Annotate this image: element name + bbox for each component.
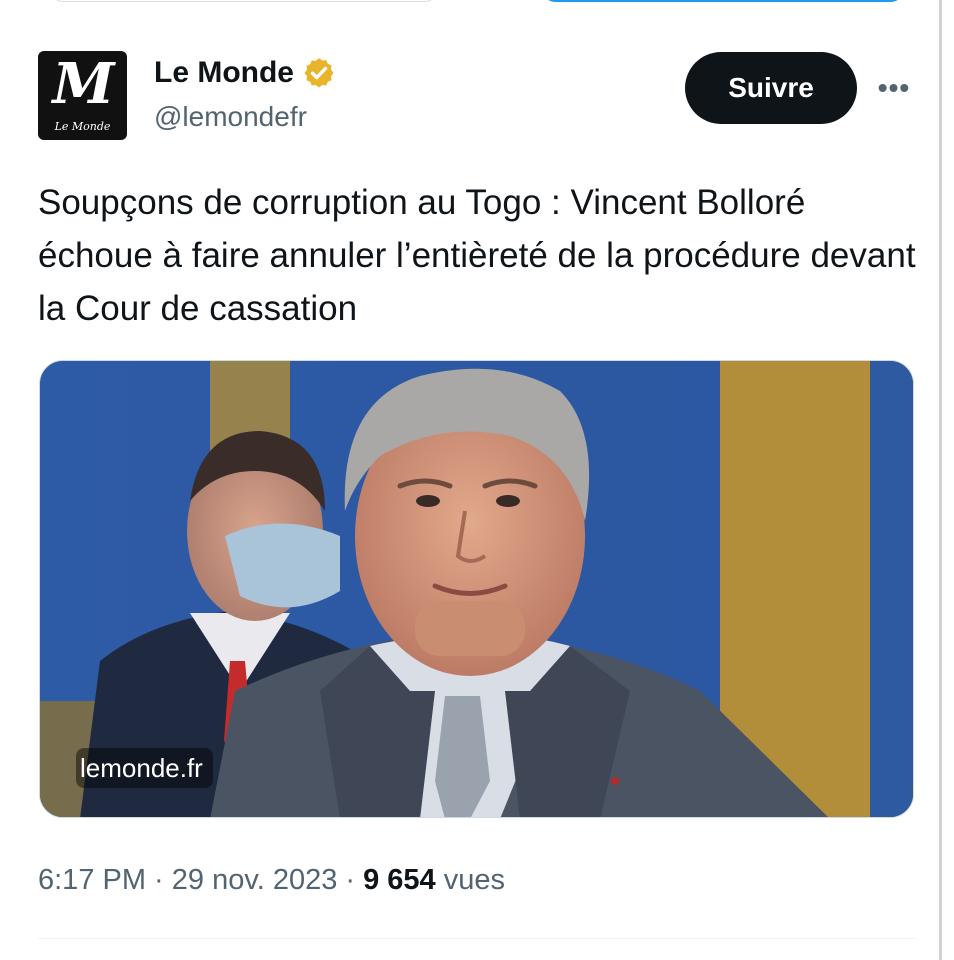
meta-separator: ·: [337, 864, 364, 896]
tweet-text: Soupçons de corruption au Togo : Vincent…: [38, 183, 916, 328]
follow-button[interactable]: Suivre: [685, 52, 857, 124]
meta-separator: ·: [146, 864, 172, 896]
divider: [38, 938, 916, 939]
avatar-logo-letter: M: [52, 51, 115, 117]
tweet-time[interactable]: 6:17 PM: [38, 864, 146, 896]
cropped-action-button[interactable]: [540, 0, 906, 2]
scrollbar[interactable]: [939, 0, 942, 960]
more-options-icon[interactable]: •••: [872, 72, 916, 104]
handle[interactable]: @lemondefr: [154, 100, 307, 134]
verified-badge-icon[interactable]: [302, 56, 336, 90]
views-label: vues: [435, 864, 506, 896]
link-card-image[interactable]: lemonde.fr: [39, 360, 914, 818]
tweet-meta: 6:17 PM · 29 nov. 2023 · 9 654 vues: [38, 860, 505, 900]
avatar[interactable]: M Le Monde: [38, 51, 127, 140]
link-domain-label: lemonde.fr: [76, 748, 213, 788]
tweet-date[interactable]: 29 nov. 2023: [172, 864, 338, 896]
tweet-view: M Le Monde Le Monde @lemondefr Suivre ••…: [0, 0, 954, 960]
cropped-reply-field[interactable]: [48, 0, 440, 2]
author-name-row: Le Monde: [154, 55, 336, 91]
avatar-logo-wordmark: Le Monde: [54, 120, 111, 133]
views-count: 9 654: [363, 864, 436, 896]
display-name[interactable]: Le Monde: [154, 55, 294, 91]
